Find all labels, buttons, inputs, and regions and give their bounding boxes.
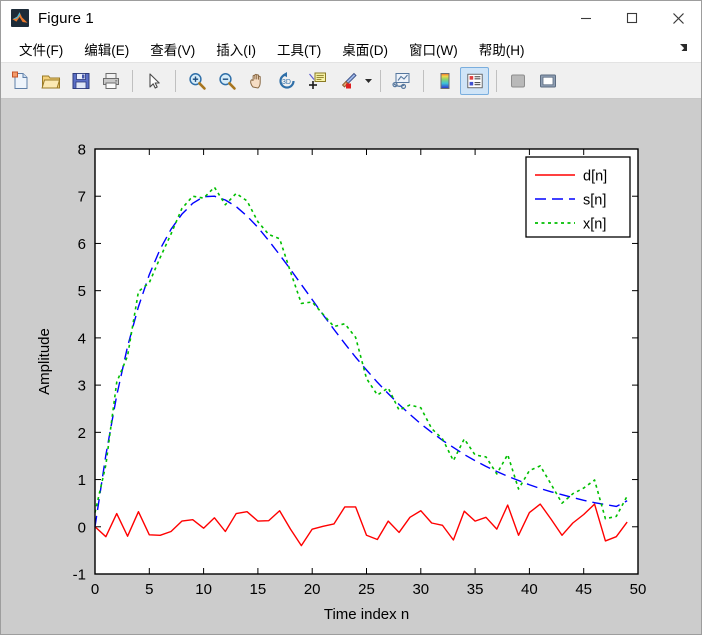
toolbar-separator (380, 69, 381, 92)
hide-plot-tools-icon[interactable] (503, 67, 532, 95)
zoom-in-icon[interactable] (182, 67, 211, 95)
menu-desktop[interactable]: 桌面(D) (333, 37, 397, 61)
save-figure-icon[interactable] (66, 67, 95, 95)
y-tick-label: 3 (78, 378, 86, 395)
menu-bar: 文件(F) 编辑(E) 查看(V) 插入(I) 工具(T) 桌面(D) 窗口(W… (1, 35, 701, 63)
x-tick-label: 45 (575, 581, 592, 598)
legend-box (525, 156, 631, 238)
figure-toolbar: 3D (1, 63, 701, 99)
figure-window: Figure 1 文件(F) 编辑(E) 查看(V) 插入(I) 工具(T) 桌… (0, 0, 702, 635)
figure-canvas-area[interactable]: 0 5 10 15 20 25 30 35 40 45 50 -1 0 1 2 3 4 5 6 7 8 Time inde… (1, 99, 701, 634)
close-button[interactable] (655, 1, 701, 35)
pointer-icon[interactable] (139, 67, 168, 95)
x-tick-label: 25 (358, 581, 375, 598)
y-tick-label: 2 (78, 425, 86, 442)
x-tick-label: 40 (521, 581, 538, 598)
window-title: Figure 1 (38, 9, 94, 27)
rotate-3d-icon[interactable]: 3D (272, 67, 301, 95)
toolbar-separator (132, 69, 133, 92)
x-tick-label: 0 (91, 581, 99, 598)
y-tick-label: 1 (78, 472, 86, 489)
legend[interactable]: d[n] s[n] x[n] (525, 156, 631, 238)
y-tick-label: 6 (78, 236, 86, 253)
print-figure-icon[interactable] (96, 67, 125, 95)
window-controls (563, 1, 701, 35)
menu-window[interactable]: 窗口(W) (400, 37, 467, 61)
y-tick-label: 5 (78, 283, 86, 300)
colorbar-icon[interactable] (430, 67, 459, 95)
window-titlebar: Figure 1 (1, 1, 701, 35)
matlab-membrane-glyph (12, 12, 28, 23)
data-cursor-icon[interactable] (302, 67, 331, 95)
toolbar-separator (496, 69, 497, 92)
x-tick-label: 15 (250, 581, 267, 598)
legend-label-dn: d[n] (583, 169, 607, 185)
show-plot-tools-icon[interactable] (533, 67, 562, 95)
maximize-button[interactable] (609, 1, 655, 35)
toolbar-separator (423, 69, 424, 92)
legend-label-sn: s[n] (583, 193, 606, 209)
x-tick-label: 30 (412, 581, 429, 598)
dock-arrow-icon[interactable] (677, 41, 693, 57)
brush-dropdown-caret-icon[interactable] (362, 67, 374, 95)
pan-icon[interactable] (242, 67, 271, 95)
legend-icon[interactable] (460, 66, 489, 95)
x-tick-label: 35 (467, 581, 484, 598)
y-tick-label: 8 (78, 142, 86, 159)
x-tick-label: 20 (304, 581, 321, 598)
x-tick-label: 50 (630, 581, 647, 598)
menu-tools[interactable]: 工具(T) (268, 37, 330, 61)
brush-icon[interactable] (332, 67, 361, 95)
zoom-out-icon[interactable] (212, 67, 241, 95)
menu-help[interactable]: 帮助(H) (470, 37, 534, 61)
matlab-axes[interactable]: 0 5 10 15 20 25 30 35 40 45 50-1012345678Time inde… (1, 99, 701, 634)
minimize-icon (581, 17, 591, 20)
new-figure-icon[interactable] (6, 67, 35, 95)
maximize-icon (626, 12, 638, 24)
minimize-button[interactable] (563, 1, 609, 35)
close-icon (672, 12, 684, 24)
x-tick-label: 10 (195, 581, 212, 598)
toolbar-separator (175, 69, 176, 92)
link-plot-icon[interactable] (387, 67, 416, 95)
svg-text:3D: 3D (282, 79, 291, 86)
open-file-icon[interactable] (36, 67, 65, 95)
menu-view[interactable]: 查看(V) (141, 37, 204, 61)
y-axis-label: Amplitude (36, 328, 53, 395)
x-axis-label: Time index n (324, 606, 409, 623)
menu-insert[interactable]: 插入(I) (207, 37, 265, 61)
matlab-icon (11, 9, 29, 27)
y-tick-label: 7 (78, 189, 86, 206)
legend-label-xn: x[n] (583, 217, 606, 233)
x-tick-label: 5 (145, 581, 153, 598)
menu-file[interactable]: 文件(F) (10, 37, 72, 61)
menu-edit[interactable]: 编辑(E) (75, 37, 138, 61)
y-tick-label: 0 (78, 519, 86, 536)
y-tick-label: -1 (73, 567, 86, 584)
y-tick-label: 4 (78, 330, 86, 347)
